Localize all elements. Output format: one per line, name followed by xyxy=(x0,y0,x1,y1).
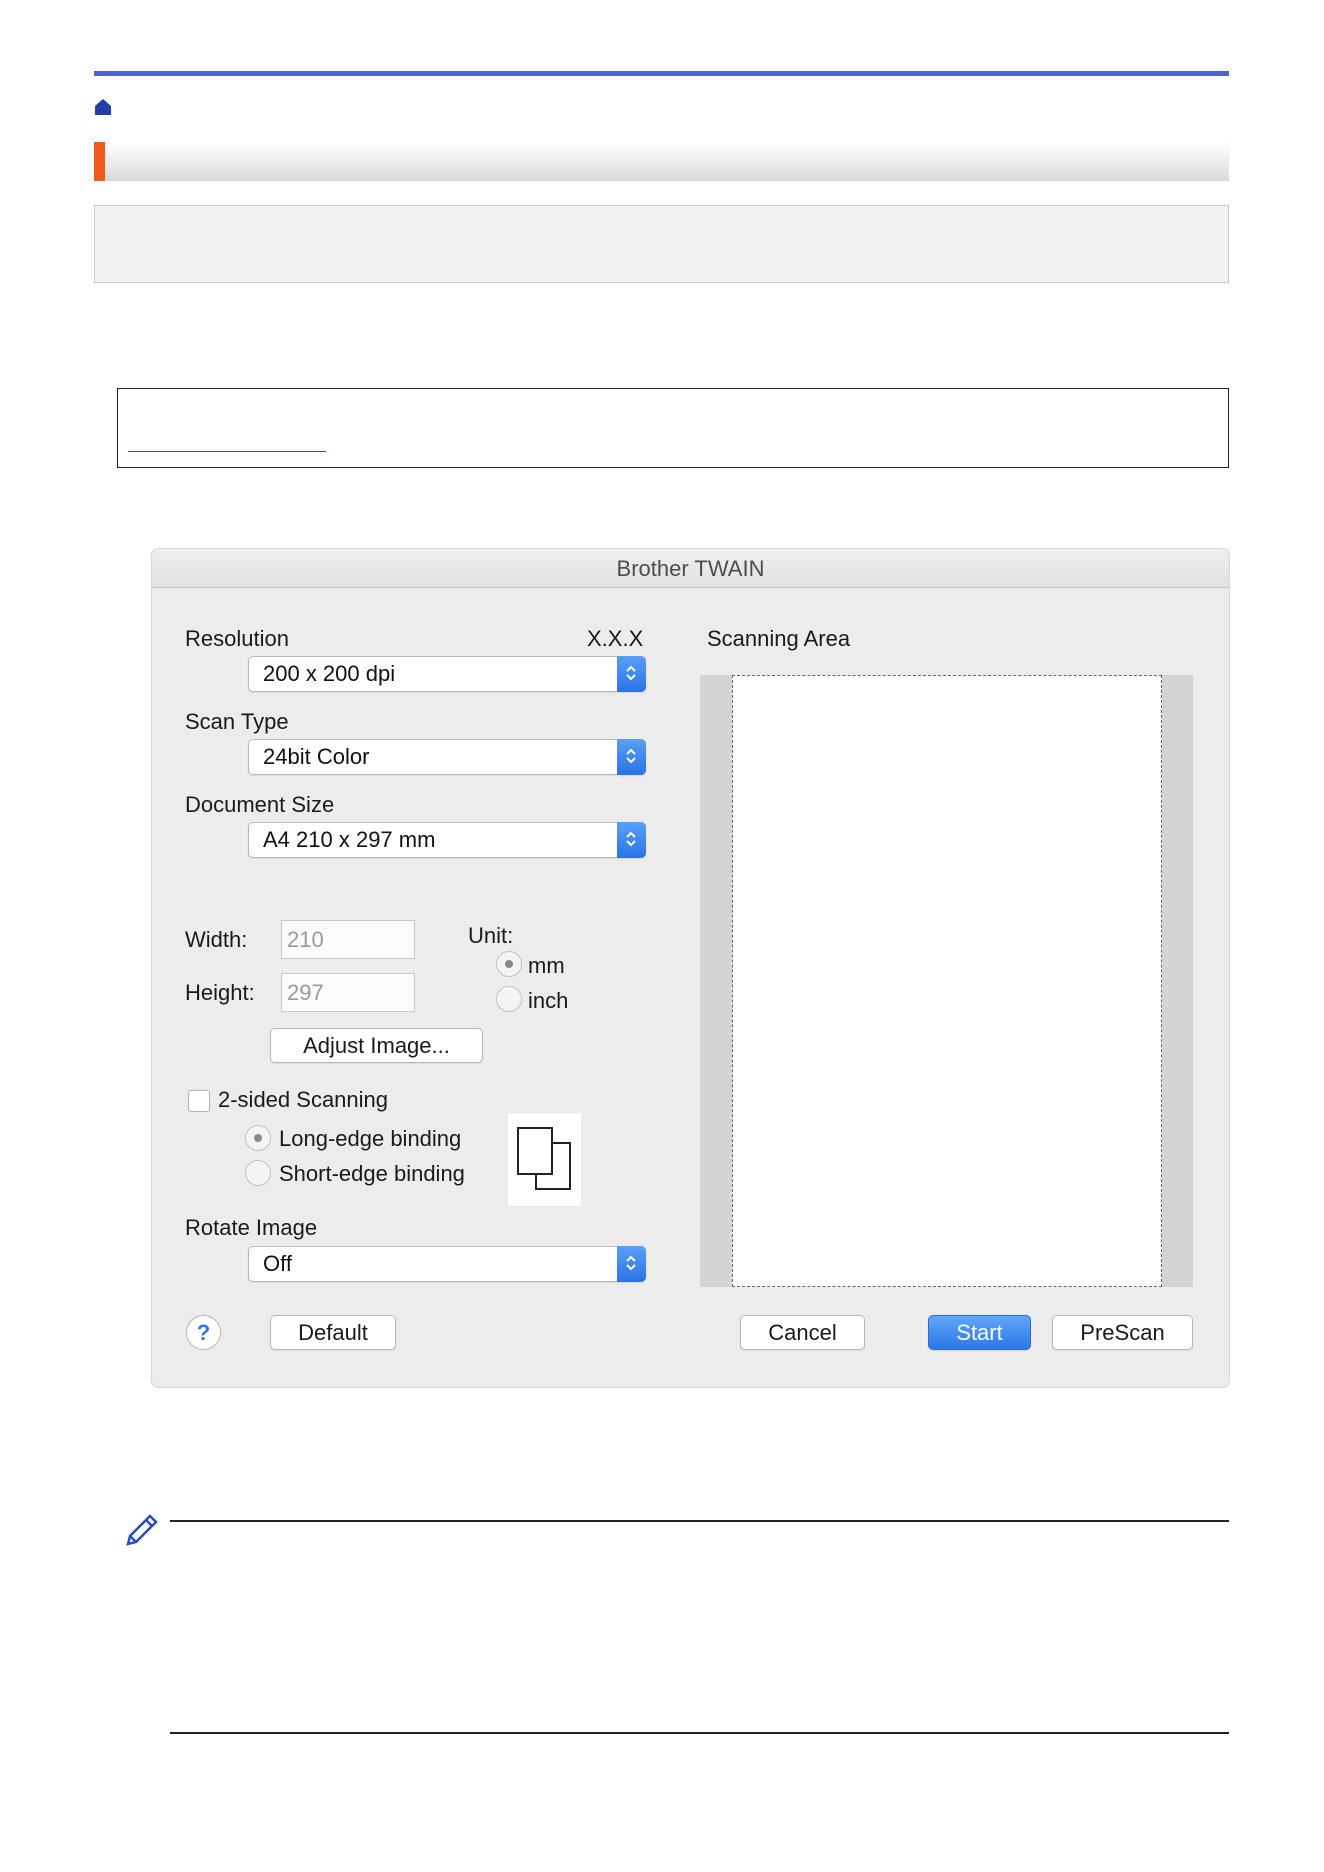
related-link[interactable] xyxy=(128,451,326,452)
long-edge-radio[interactable] xyxy=(245,1125,271,1151)
version-label: X.X.X xyxy=(587,626,644,651)
height-label: Height: xyxy=(185,980,255,1005)
home-icon[interactable] xyxy=(94,98,112,116)
width-field[interactable]: 210 xyxy=(281,920,415,959)
start-button[interactable]: Start xyxy=(928,1315,1031,1350)
resolution-value: 200 x 200 dpi xyxy=(263,661,396,686)
related-info-box xyxy=(117,388,1229,468)
dialog-title: Brother TWAIN xyxy=(616,556,765,581)
height-value: 297 xyxy=(287,980,324,1005)
scan-type-value: 24bit Color xyxy=(263,744,370,769)
unit-label: Unit: xyxy=(468,923,514,948)
intro-box xyxy=(94,205,1229,283)
scanning-area[interactable] xyxy=(700,675,1193,1287)
radio-selected-dot xyxy=(505,960,513,968)
resolution-select[interactable]: 200 x 200 dpi xyxy=(248,656,646,692)
document-size-select[interactable]: A4 210 x 297 mm xyxy=(248,822,646,858)
width-value: 210 xyxy=(287,927,324,952)
scan-type-select[interactable]: 24bit Color xyxy=(248,739,646,775)
scan-page-preview[interactable] xyxy=(732,675,1162,1287)
unit-inch-label: inch xyxy=(528,988,569,1013)
resolution-label: Resolution xyxy=(185,626,289,651)
height-field[interactable]: 297 xyxy=(281,973,415,1012)
chevron-updown-icon xyxy=(617,656,646,692)
long-edge-label: Long-edge binding xyxy=(279,1126,462,1151)
unit-mm-radio[interactable] xyxy=(496,951,522,977)
scan-type-label: Scan Type xyxy=(185,709,289,734)
two-sided-label: 2-sided Scanning xyxy=(218,1087,389,1112)
binding-pages-icon xyxy=(508,1113,581,1206)
top-rule xyxy=(94,71,1229,76)
help-icon[interactable]: ? xyxy=(186,1315,221,1350)
unit-mm-label: mm xyxy=(528,953,565,978)
rotate-image-label: Rotate Image xyxy=(185,1215,318,1240)
note-top-rule xyxy=(170,1520,1229,1522)
scanning-area-label: Scanning Area xyxy=(707,626,851,651)
short-edge-radio[interactable] xyxy=(245,1160,271,1186)
pencil-note-icon xyxy=(120,1510,162,1552)
adjust-image-button[interactable]: Adjust Image... xyxy=(270,1028,483,1063)
width-label: Width: xyxy=(185,927,248,952)
rotate-image-select[interactable]: Off xyxy=(248,1246,646,1282)
two-sided-checkbox[interactable] xyxy=(188,1090,210,1112)
unit-inch-radio[interactable] xyxy=(496,986,522,1012)
section-accent xyxy=(94,142,105,181)
default-button[interactable]: Default xyxy=(270,1315,396,1350)
document-size-value: A4 210 x 297 mm xyxy=(263,827,436,852)
chevron-updown-icon xyxy=(617,1246,646,1282)
chevron-updown-icon xyxy=(617,822,646,858)
brother-twain-dialog: Brother TWAIN Resolution X.X.X 200 x 200… xyxy=(152,549,1229,1387)
chevron-updown-icon xyxy=(617,739,646,775)
section-header-bar xyxy=(94,142,1229,181)
short-edge-label: Short-edge binding xyxy=(279,1161,465,1186)
cancel-button[interactable]: Cancel xyxy=(740,1315,865,1350)
prescan-button[interactable]: PreScan xyxy=(1052,1315,1193,1350)
note-bottom-rule xyxy=(170,1732,1229,1734)
radio-selected-dot xyxy=(254,1134,262,1142)
rotate-image-value: Off xyxy=(263,1251,292,1276)
document-size-label: Document Size xyxy=(185,792,335,817)
